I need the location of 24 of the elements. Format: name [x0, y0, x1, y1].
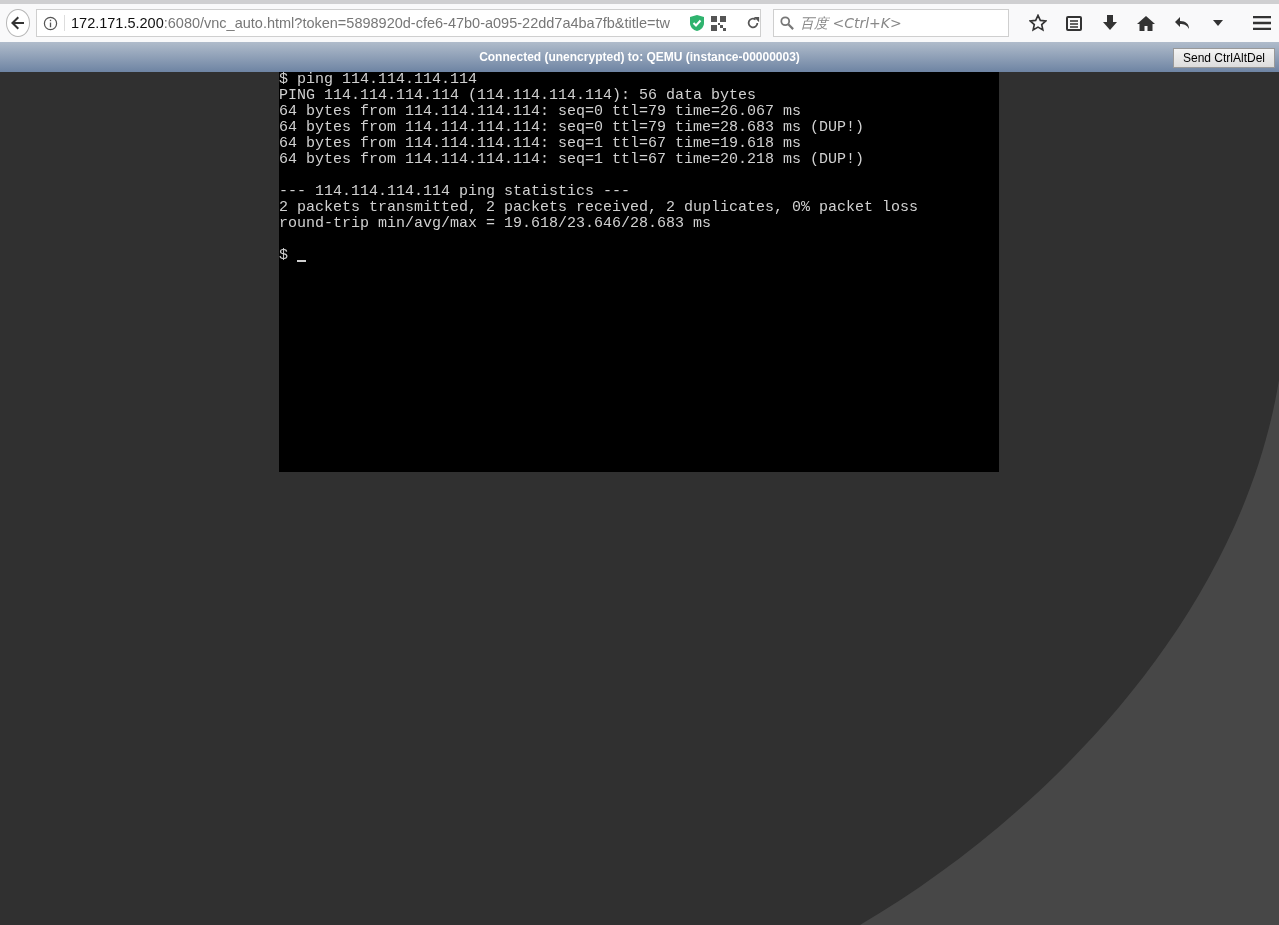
star-icon[interactable]	[1027, 12, 1049, 34]
terminal-line: PING 114.114.114.114 (114.114.114.114): 56 data bytes	[279, 88, 758, 104]
terminal-line: $ ping 114.114.114.114	[279, 72, 479, 88]
text-cursor	[297, 260, 306, 262]
terminal-line: --- 114.114.114.114 ping statistics ---	[279, 184, 632, 200]
terminal-line: 64 bytes from 114.114.114.114: seq=0 ttl=79 time=28.683 ms (DUP!)	[279, 120, 866, 136]
address-bar[interactable]: 172.171.5.200:6080/vnc_auto.html?token=5898920d-cfe6-47b0-a095-22dd7a4ba7fb&title=tw	[36, 9, 761, 37]
terminal-line: 64 bytes from 114.114.114.114: seq=1 ttl=67 time=20.218 ms (DUP!)	[279, 152, 866, 168]
terminal-line: 64 bytes from 114.114.114.114: seq=1 ttl=67 time=19.618 ms	[279, 136, 803, 152]
qr-code-icon[interactable]	[711, 15, 726, 31]
shield-check-icon[interactable]	[689, 14, 705, 32]
back-arrow-icon	[10, 15, 26, 31]
reload-icon[interactable]	[746, 16, 760, 30]
terminal-line: round-trip min/avg/max = 19.618/23.646/28.683 ms	[279, 216, 713, 232]
url-text: 172.171.5.200:6080/vnc_auto.html?token=5898920d-cfe6-47b0-a095-22dd7a4ba7fb&title=tw	[64, 15, 683, 31]
connection-status: Connected (unencrypted) to: QEMU (instance-00000003)	[479, 50, 800, 64]
send-ctrlaltdel-button[interactable]: Send CtrlAltDel	[1172, 48, 1275, 68]
back-button[interactable]	[6, 9, 30, 37]
search-field[interactable]: 百度 <Ctrl+K>	[773, 9, 1009, 37]
terminal-line: 64 bytes from 114.114.114.114: seq=0 ttl=79 time=26.067 ms	[279, 104, 803, 120]
shell-prompt: $	[279, 248, 288, 264]
info-icon[interactable]	[43, 15, 58, 31]
terminal-line: 2 packets transmitted, 2 packets received, 2 duplicates, 0% packet loss	[279, 200, 920, 216]
terminal-screen[interactable]	[279, 72, 999, 472]
